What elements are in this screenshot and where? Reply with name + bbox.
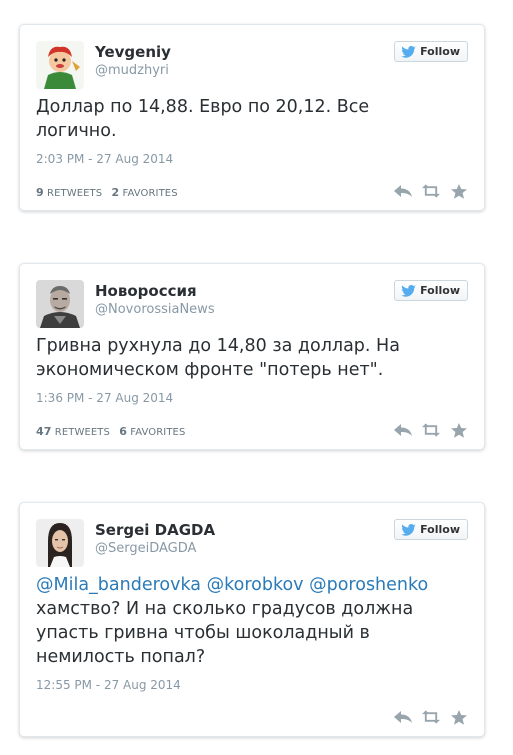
retweet-count: 9 <box>36 186 44 199</box>
tweet-text: Гривна рухнула до 14,80 за доллар. На эк… <box>20 334 484 382</box>
tweet-mentions-line: @Mila_banderovka @korobkov @poroshenko <box>36 573 468 597</box>
long-hair-man-avatar-icon <box>36 519 84 567</box>
reply-icon <box>394 711 412 723</box>
tweet-card: Yevgeniy @mudzhyri Follow Доллар по 14,8… <box>19 24 485 211</box>
retweet-icon <box>422 184 440 198</box>
favorites-label[interactable]: FAVORITES <box>130 427 185 438</box>
favorites-label[interactable]: FAVORITES <box>123 188 178 199</box>
reply-button[interactable] <box>394 183 412 199</box>
twitter-bird-icon <box>401 284 416 297</box>
star-icon <box>451 709 467 725</box>
follow-label: Follow <box>420 45 460 58</box>
reply-button[interactable] <box>394 709 412 725</box>
tweet-text-line: упасть гривна чтобы шоколадный в <box>36 623 370 643</box>
tweet-footer: 47 RETWEETS 6 FAVORITES <box>20 409 484 449</box>
military-man-avatar-icon <box>36 280 84 328</box>
tweet-header: Новороссия @NovorossiaNews Follow <box>20 264 484 328</box>
reply-button[interactable] <box>394 422 412 438</box>
avatar[interactable] <box>36 41 84 89</box>
author-name[interactable]: Новороссия <box>95 282 197 300</box>
tweet-text-line: хамство? И на сколько градусов должна <box>36 599 414 619</box>
avatar[interactable] <box>36 519 84 567</box>
follow-label: Follow <box>420 523 460 536</box>
tweet-header: Yevgeniy @mudzhyri Follow <box>20 25 484 89</box>
twitter-bird-icon <box>401 523 416 536</box>
author-handle[interactable]: @NovorossiaNews <box>95 302 215 317</box>
favorite-button[interactable] <box>450 183 468 199</box>
tweet-text: Доллар по 14,88. Евро по 20,12. Все логи… <box>20 95 484 143</box>
favorite-button[interactable] <box>450 709 468 725</box>
retweet-button[interactable] <box>422 183 440 199</box>
tweet-footer: 9 RETWEETS 2 FAVORITES <box>20 170 484 210</box>
timestamp[interactable]: 2:03 PM - 27 Aug 2014 <box>20 152 484 166</box>
retweet-count: 47 <box>36 425 52 438</box>
follow-button[interactable]: Follow <box>394 519 468 540</box>
tweet-actions <box>394 422 468 438</box>
reply-icon <box>394 424 412 436</box>
author-name[interactable]: Sergei DAGDA <box>95 521 215 539</box>
tweet-text-line: немилость попал? <box>36 647 206 667</box>
retweet-button[interactable] <box>422 422 440 438</box>
star-icon <box>451 422 467 438</box>
favorite-count: 6 <box>119 425 127 438</box>
tweet-footer <box>20 696 484 736</box>
tweet-stats: 47 RETWEETS 6 FAVORITES <box>36 425 185 438</box>
retweet-button[interactable] <box>422 709 440 725</box>
author-name[interactable]: Yevgeniy <box>95 43 171 61</box>
retweets-label[interactable]: RETWEETS <box>47 188 102 199</box>
cartoon-character-avatar-icon <box>36 41 84 89</box>
tweet-text-line: экономическом фронте "потерь нет". <box>36 360 384 380</box>
tweet-text-line: логично. <box>36 121 117 141</box>
tweet-stats: 9 RETWEETS 2 FAVORITES <box>36 186 178 199</box>
mention-link[interactable]: @poroshenko <box>309 575 428 595</box>
tweet-text-line: Доллар по 14,88. Евро по 20,12. Все <box>36 97 370 117</box>
author-handle[interactable]: @SergeiDAGDA <box>95 541 196 556</box>
tweet-actions <box>394 183 468 199</box>
twitter-bird-icon <box>401 45 416 58</box>
mention-link[interactable]: @Mila_banderovka <box>36 575 201 595</box>
timestamp[interactable]: 1:36 PM - 27 Aug 2014 <box>20 391 484 405</box>
follow-label: Follow <box>420 284 460 297</box>
star-icon <box>451 183 467 199</box>
favorite-button[interactable] <box>450 422 468 438</box>
tweet-text: @Mila_banderovka @korobkov @poroshenko х… <box>20 573 484 669</box>
mention-link[interactable]: @korobkov <box>207 575 304 595</box>
retweets-label[interactable]: RETWEETS <box>55 427 110 438</box>
author-handle[interactable]: @mudzhyri <box>95 63 169 78</box>
tweet-actions <box>394 709 468 725</box>
retweet-icon <box>422 710 440 724</box>
follow-button[interactable]: Follow <box>394 280 468 301</box>
tweet-card: Sergei DAGDA @SergeiDAGDA Follow @Mila_b… <box>19 502 485 737</box>
tweet-header: Sergei DAGDA @SergeiDAGDA Follow <box>20 503 484 567</box>
retweet-icon <box>422 423 440 437</box>
reply-icon <box>394 185 412 197</box>
tweet-text-line: Гривна рухнула до 14,80 за доллар. На <box>36 336 400 356</box>
avatar[interactable] <box>36 280 84 328</box>
tweet-card: Новороссия @NovorossiaNews Follow Гривна… <box>19 263 485 450</box>
follow-button[interactable]: Follow <box>394 41 468 62</box>
timestamp[interactable]: 12:55 PM - 27 Aug 2014 <box>20 678 484 692</box>
favorite-count: 2 <box>111 186 120 199</box>
